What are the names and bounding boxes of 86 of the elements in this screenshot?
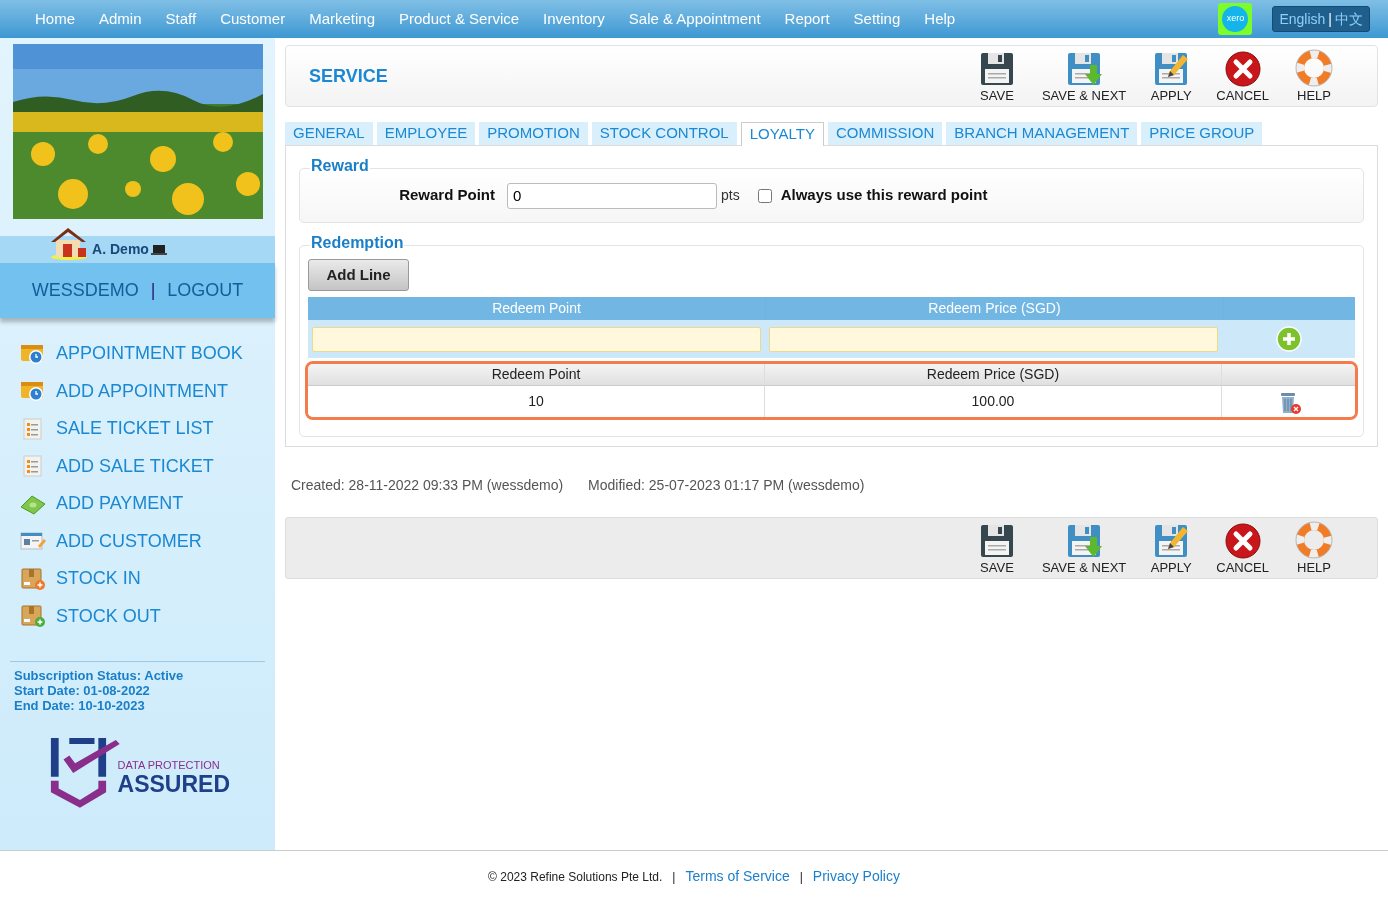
nav-link[interactable]: Customer [208,7,298,31]
table-cell: 10 [308,386,765,417]
id-card-icon [20,530,46,553]
sidebar-menu-item[interactable]: ADD PAYMENT [20,485,275,523]
toolbar-button[interactable]: SAVE & NEXT [1031,51,1137,103]
toolbar-button[interactable]: SAVE [961,523,1032,575]
nav-link[interactable]: Product & Service [387,7,532,31]
xero-logo[interactable]: xero [1218,3,1253,35]
toolbar-button[interactable]: SAVE & NEXT [1031,523,1137,575]
reward-point-field[interactable]: 0 [507,182,717,209]
cancel-icon [1224,523,1261,559]
toolbar-button[interactable]: CANCEL [1206,51,1279,103]
nav-link[interactable]: Sale & Appointment [616,7,773,31]
cancel-icon [1224,51,1261,87]
lifebuoy-icon [1295,521,1333,559]
subscription-info: Start Date: 01-08-2022 [14,683,151,698]
column-header: Redeem Point [308,297,765,320]
fieldset-legend: Redemption [310,234,405,252]
badge-title: ASSURED [117,771,230,797]
tab[interactable]: BRANCH MANAGEMENT [946,122,1138,145]
toolbar-button[interactable]: HELP [1279,49,1349,103]
tab[interactable]: LOYALTY [740,122,824,146]
badge-subtitle: DATA PROTECTION [117,759,221,771]
lifebuoy-icon [1295,49,1333,87]
add-line-button[interactable]: Add Line [308,259,409,291]
chinese-link[interactable]: 中文 [1335,8,1363,30]
add-icon[interactable] [1275,326,1302,352]
toolbar-button[interactable]: APPLY [1136,523,1207,575]
tab[interactable]: COMMISSION [827,122,943,145]
separator: | [1328,9,1332,29]
logout-link[interactable]: LOGOUT [167,277,244,304]
page-title: SERVICE [309,64,388,88]
nav-link[interactable]: Marketing [297,7,388,31]
checkbox-label: Always use this reward point [780,185,988,206]
sidebar-menu-item[interactable]: ADD APPOINTMENT [20,372,275,410]
nav-link[interactable]: Help [912,7,968,31]
footer-link[interactable]: Privacy Policy [812,866,900,887]
separator: | [672,868,676,886]
sidebar-menu-item[interactable]: APPOINTMENT BOOK [20,335,275,373]
footer-link[interactable]: Terms of Service [685,866,790,887]
checkbox[interactable] [757,188,772,203]
user-name: A. Demo [92,240,149,259]
tab[interactable]: STOCK CONTROL [591,122,737,145]
nav-link[interactable]: Admin [87,7,154,31]
sidebar-menu-item[interactable]: ADD CUSTOMER [20,522,275,560]
sidebar-menu-item[interactable]: SALE TICKET LIST [20,410,275,448]
toolbar-button[interactable]: APPLY [1136,51,1207,103]
field-label: Reward Point [398,185,495,206]
tab[interactable]: GENERAL [285,122,373,145]
sidebar-menu-item[interactable]: STOCK OUT [20,597,275,635]
modified-info: Modified: 25-07-2023 01:17 PM (wessdemo) [588,476,865,495]
created-info: Created: 28-11-2022 09:33 PM (wessdemo) [291,476,564,495]
account-link[interactable]: WESSDEMO [31,277,139,304]
tab[interactable]: PRICE GROUP [1141,122,1263,145]
sidebar-menu-item[interactable]: STOCK IN [20,560,275,598]
box-arrow-icon [20,566,46,591]
calendar-clock-icon [20,342,46,365]
floppy-pencil-icon [1153,523,1190,559]
toolbar-button[interactable]: CANCEL [1206,523,1279,575]
separator: | [799,868,803,886]
nav-link[interactable]: Inventory [531,7,617,31]
unit-label: pts [721,186,740,205]
nav-link[interactable]: Staff [153,7,209,31]
toolbar-button[interactable]: HELP [1279,521,1349,575]
tab[interactable]: EMPLOYEE [376,122,476,145]
column-header: Redeem Point [308,364,765,385]
redeem-point-field[interactable] [312,326,761,352]
column-header: Redeem Price (SGD) [766,297,1223,320]
floppy-pencil-icon [1153,51,1190,87]
box-plus-icon [20,604,46,629]
english-link[interactable]: English [1279,8,1326,30]
redeem-price-field[interactable] [769,326,1218,352]
separator: | [150,279,156,302]
subscription-info: End Date: 10-10-2023 [14,698,146,713]
sidebar-menu-item[interactable]: ADD SALE TICKET [20,447,275,485]
tab[interactable]: PROMOTION [479,122,588,145]
nav-link[interactable]: Report [772,7,842,31]
calendar-clock-icon [20,380,46,403]
table-cell: 100.00 [765,386,1222,417]
laptop-icon [150,243,167,256]
nav-link[interactable]: Home [23,7,87,31]
nav-link[interactable]: Setting [841,7,913,31]
toolbar-button[interactable]: SAVE [961,51,1032,103]
copyright: © 2023 Refine Solutions Pte Ltd. [488,868,663,886]
subscription-info: Subscription Status: Active [14,668,185,683]
column-header: Redeem Price (SGD) [765,364,1222,385]
